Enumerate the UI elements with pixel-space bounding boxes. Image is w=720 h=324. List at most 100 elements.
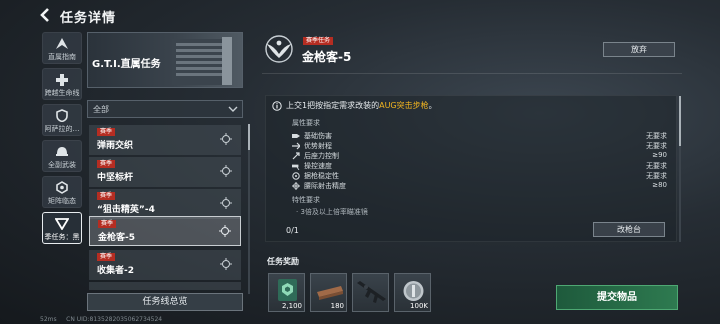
banner-art-icon [172, 37, 232, 85]
objective-weapon-highlight: AUG突击步枪 [379, 101, 429, 110]
user-id: CN UID:8135282035062734524 [66, 316, 163, 323]
season-tag: 赛季 [98, 220, 117, 228]
status-bar: 52ms CN UID:8135282035062734524 [40, 316, 162, 323]
attribute-value: 无要求 [646, 162, 667, 170]
rail-item-season[interactable]: 季任务：黑 [42, 212, 82, 244]
divider [262, 73, 682, 74]
task-name: 收集者-2 [97, 266, 134, 276]
rail-item-asala[interactable]: 阿萨拉的… [42, 104, 82, 136]
handling-icon [292, 164, 300, 170]
chevron-down-icon [228, 106, 238, 112]
season-tag: 赛季 [97, 160, 116, 168]
rail-label: 直属指南 [48, 53, 76, 61]
attribute-row: 基础伤害 无要求 [292, 131, 667, 141]
season-tag: 赛季 [97, 253, 116, 261]
attribute-row: 据枪稳定性 无要求 [292, 171, 667, 181]
rail-label: 全副武装 [48, 161, 76, 169]
ping-readout: 52ms [40, 316, 57, 323]
season-tag: 赛季 [97, 128, 116, 136]
rail-label: 季任务：黑 [44, 233, 80, 241]
task-name: 中坚标杆 [97, 173, 134, 183]
reward-item[interactable]: 180 [310, 273, 347, 312]
attribute-value: 无要求 [646, 142, 667, 150]
hexagon-icon [56, 181, 68, 194]
top-bar: 任务详情 [0, 0, 720, 30]
task-list-item-selected[interactable]: 赛季 金枪客-5 [89, 216, 241, 246]
season-tag: 赛季 [97, 192, 116, 200]
rail-label: 矩阵临态 [48, 197, 76, 205]
track-target-icon[interactable] [220, 197, 232, 209]
task-list-item[interactable]: 赛季 “狙击精英”-4 [89, 189, 241, 219]
season-task-tag: 赛季任务 [303, 37, 334, 45]
attribute-value: ≥90 [652, 151, 667, 159]
submit-items-button[interactable]: 提交物品 [556, 285, 678, 310]
task-filter-dropdown[interactable]: 全部 [87, 100, 243, 118]
back-arrow-icon [40, 8, 49, 22]
attribute-name: 腰际射击精度 [304, 182, 346, 190]
attribute-name: 操控速度 [304, 162, 332, 170]
detail-scroll-thumb[interactable] [679, 96, 681, 146]
reward-item[interactable]: 100K [394, 273, 431, 312]
task-line-overview-button[interactable]: 任务线总览 [87, 293, 243, 311]
rewards-heading: 任务奖励 [267, 257, 299, 266]
task-list-item[interactable]: 赛季 弹雨交织 [89, 125, 241, 155]
medic-cross-icon [56, 74, 68, 86]
rail-item-matrix[interactable]: 矩阵临态 [42, 176, 82, 208]
rail-item-lifeline[interactable]: 跨越生命线 [42, 68, 82, 100]
feature-requirements-heading: 特性要求 [292, 196, 320, 204]
attribute-name: 后座力控制 [304, 152, 339, 160]
task-list-item[interactable]: 赛季 收集者-2 [89, 250, 241, 280]
feature-requirement-item: · 3倍及以上倍率瞄准镜 [296, 208, 368, 216]
rifle-icon [357, 281, 386, 303]
attribute-name: 据枪稳定性 [304, 172, 339, 180]
track-target-icon[interactable] [220, 165, 232, 177]
reward-quantity: 2,100 [281, 302, 302, 310]
task-name: 金枪客-5 [98, 233, 135, 243]
reward-item[interactable] [352, 273, 389, 312]
rail-item-armed[interactable]: 全副武装 [42, 140, 82, 172]
attribute-row: 优势射程 无要求 [292, 141, 667, 151]
filter-label: 全部 [93, 105, 109, 114]
task-progress: 0/1 [286, 226, 299, 235]
stability-icon [292, 172, 300, 180]
attribute-value: 无要求 [646, 132, 667, 140]
task-objective: 上交1把按指定需求改装的AUG突击步枪。 [286, 100, 437, 111]
rank-chevron-icon [56, 38, 68, 49]
objective-suffix: 。 [428, 101, 437, 110]
track-target-icon[interactable] [219, 225, 231, 237]
abandon-button[interactable]: 放弃 [603, 42, 675, 57]
crosshair-icon [292, 182, 300, 190]
attribute-name: 优势射程 [304, 142, 332, 150]
objective-prefix: 上交1把按指定需求改装的 [286, 101, 380, 110]
page-title: 任务详情 [60, 11, 117, 26]
rail-label: 跨越生命线 [44, 89, 80, 97]
attribute-value: ≥80 [652, 181, 667, 189]
eagle-emblem-icon [265, 35, 293, 63]
helmet-icon [56, 147, 68, 156]
attribute-value: 无要求 [646, 172, 667, 180]
task-list-scroll-thumb[interactable] [248, 124, 250, 150]
track-target-icon[interactable] [220, 258, 232, 270]
attribute-row: 腰际射击精度 ≥80 [292, 181, 667, 191]
attribute-name: 基础伤害 [304, 132, 332, 140]
task-title: 金枪客-5 [302, 50, 352, 64]
attribute-requirements-heading: 属性要求 [292, 119, 320, 127]
recoil-icon [292, 152, 300, 160]
attribute-row: 后座力控制 ≥90 [292, 151, 667, 161]
task-name: 弹雨交织 [97, 141, 134, 151]
task-list-item[interactable]: 赛季 中坚标杆 [89, 157, 241, 187]
info-icon [272, 101, 282, 111]
bullet-icon [292, 134, 300, 138]
weapon-workbench-button[interactable]: 改枪台 [593, 222, 665, 237]
range-icon [292, 142, 300, 150]
attribute-row: 操控速度 无要求 [292, 161, 667, 171]
track-target-icon[interactable] [220, 133, 232, 145]
triangle-badge-icon [55, 218, 69, 230]
reward-item[interactable]: 2,100 [268, 273, 305, 312]
task-line-banner: G.T.I.直属任务 [87, 32, 243, 88]
task-list-item-partial[interactable] [89, 282, 241, 290]
rail-item-guide[interactable]: 直属指南 [42, 32, 82, 64]
back-button[interactable] [38, 7, 52, 23]
banner-title: G.T.I.直属任务 [92, 59, 161, 70]
reward-quantity: 180 [330, 302, 344, 310]
